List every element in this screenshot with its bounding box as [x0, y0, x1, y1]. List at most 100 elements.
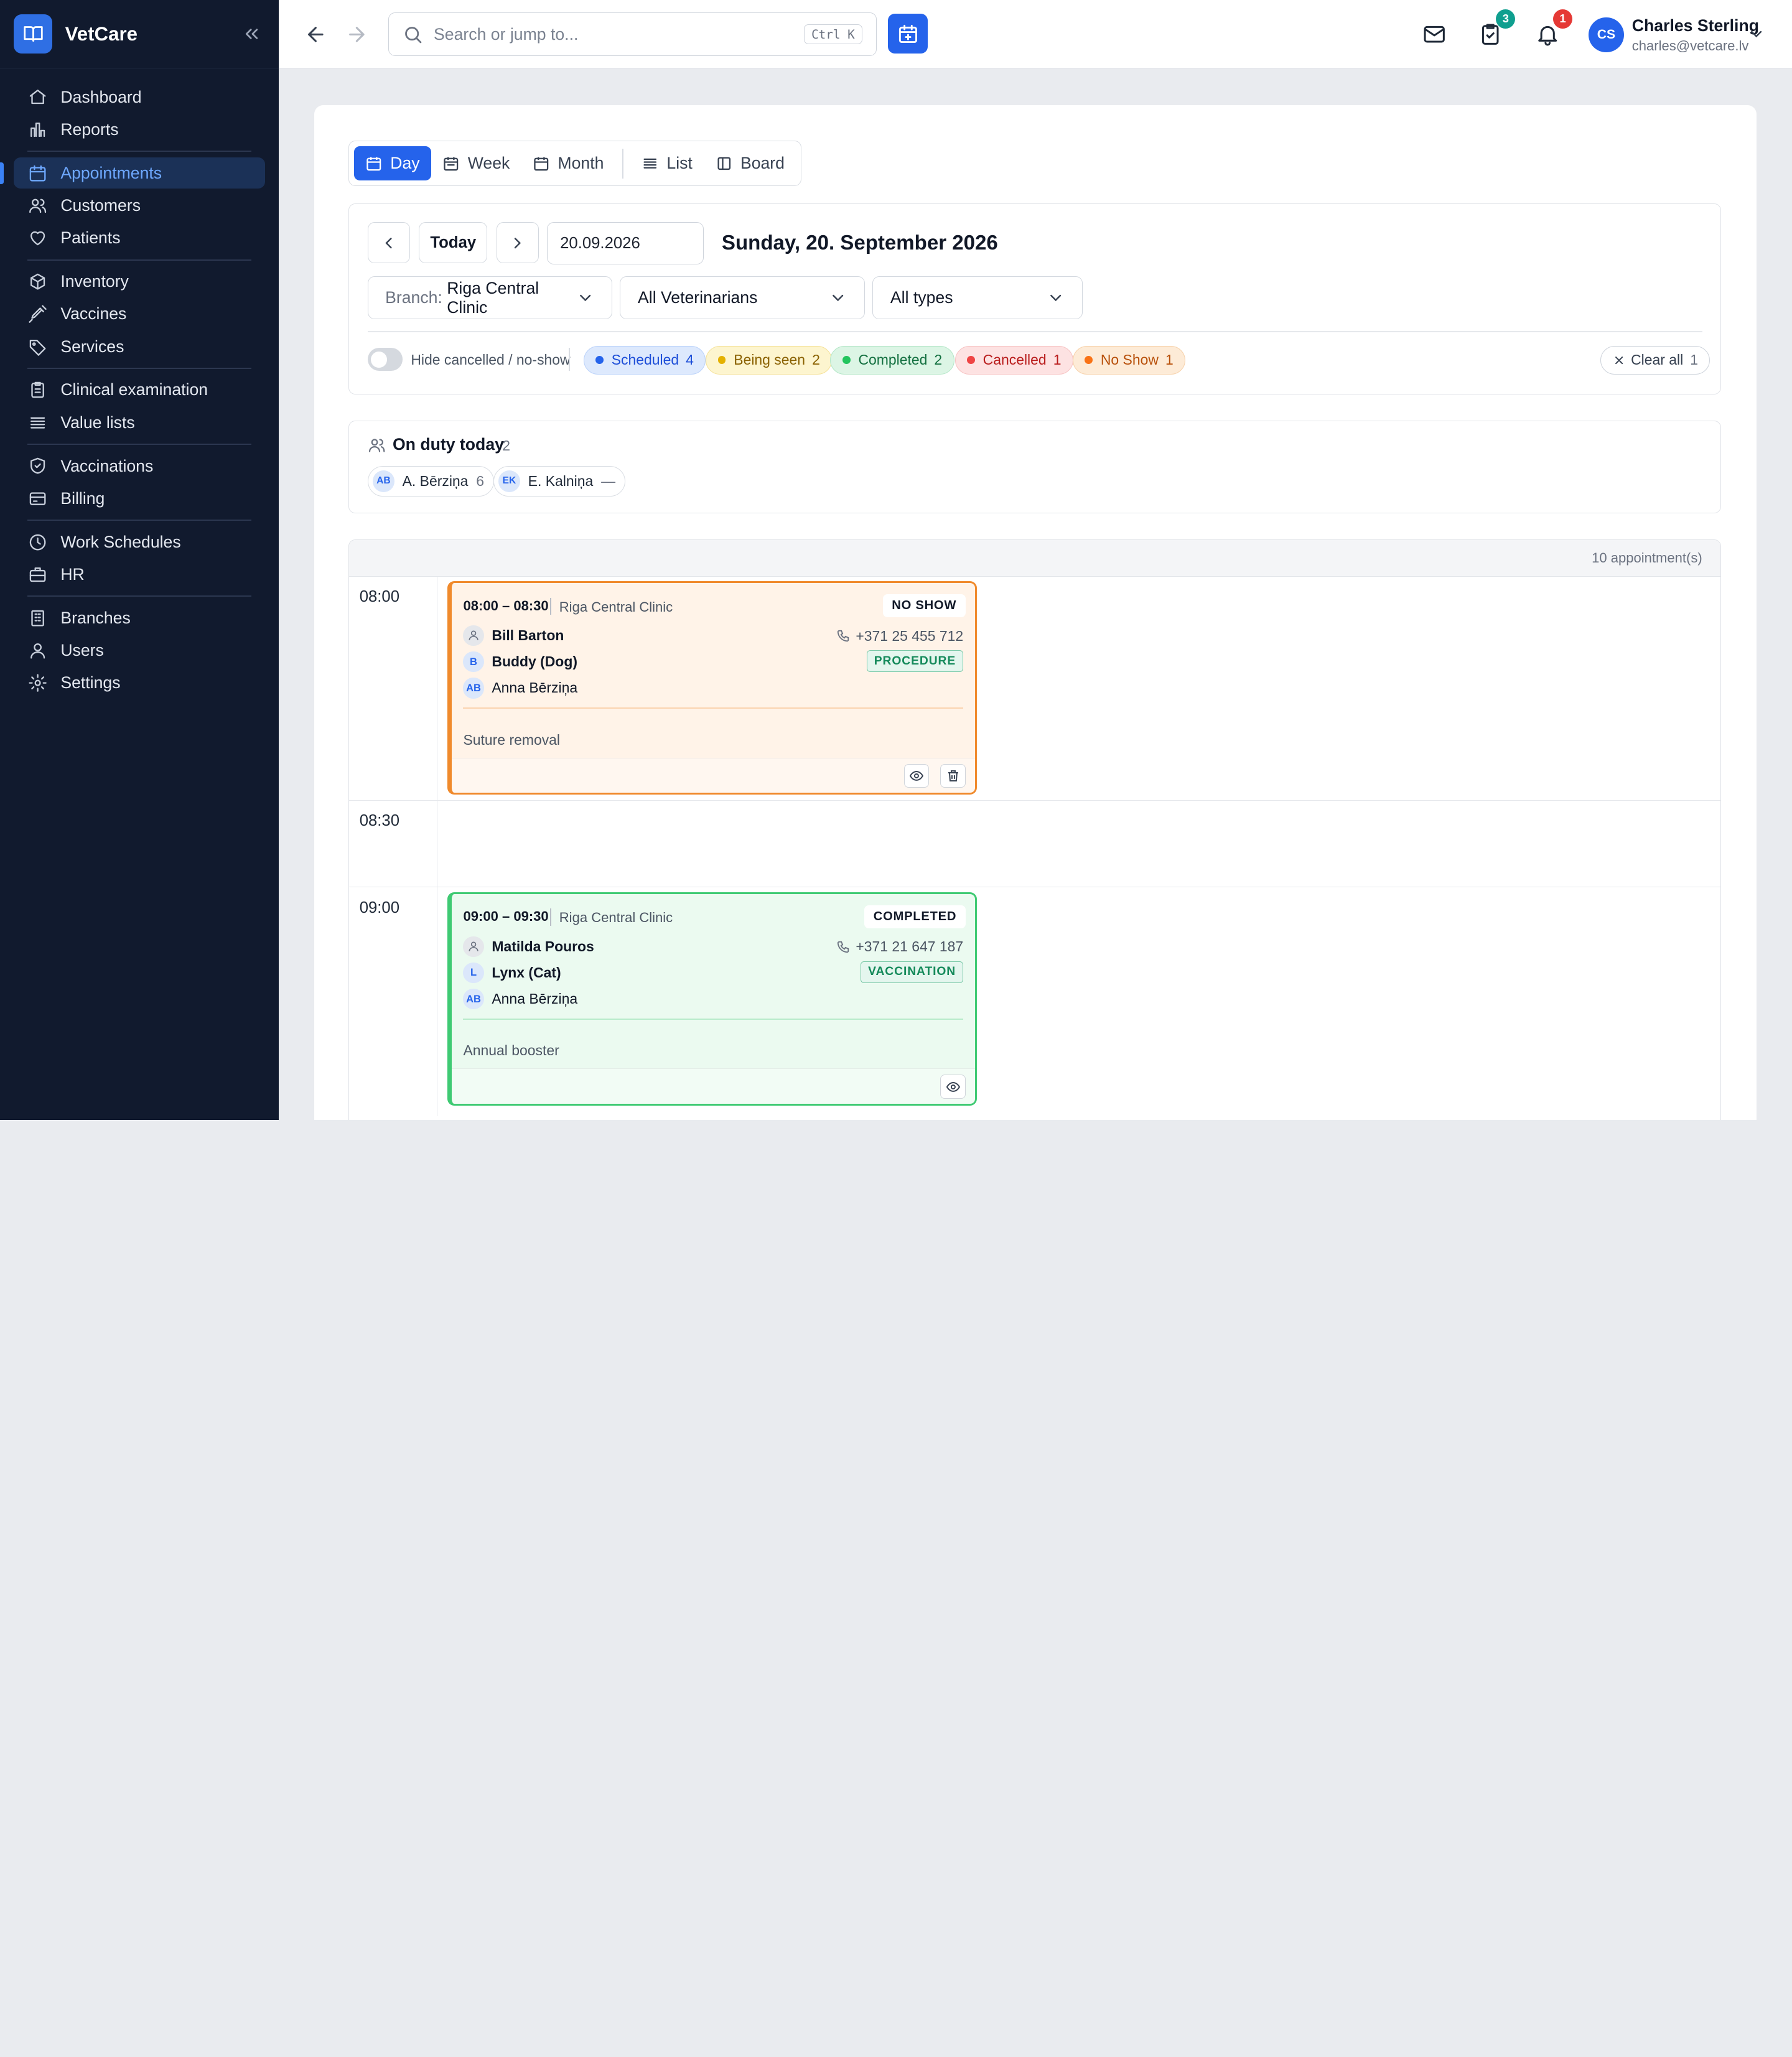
brand-name[interactable]: VetCare — [65, 23, 138, 45]
sidebar-item-users[interactable]: Users — [14, 635, 265, 666]
sidebar-item-branches[interactable]: Branches — [14, 602, 265, 633]
veterinarian-select[interactable]: All Veterinarians — [620, 276, 865, 320]
pet-name[interactable]: Buddy (Dog) — [492, 653, 577, 670]
sidebar-item-dashboard[interactable]: Dashboard — [14, 82, 265, 113]
forward-arrow-icon[interactable] — [343, 21, 370, 48]
status-dot — [595, 356, 604, 365]
sidebar-item-clinical-examination[interactable]: Clinical examination — [14, 375, 265, 406]
sidebar-item-settings[interactable]: Settings — [14, 668, 265, 699]
view-board-button[interactable]: Board — [704, 146, 796, 180]
client-name[interactable]: Bill Barton — [492, 627, 564, 644]
avatar: EK — [498, 470, 520, 492]
search-icon — [403, 24, 423, 45]
user-icon — [463, 625, 484, 646]
book-logo-icon[interactable] — [14, 14, 53, 54]
hide-cancelled-toggle[interactable] — [367, 348, 403, 371]
branch-prefix: Branch: — [385, 288, 442, 307]
sidebar-item-inventory[interactable]: Inventory — [14, 266, 265, 297]
pet-avatar: L — [463, 962, 484, 983]
branch-select[interactable]: Branch: Riga Central Clinic — [367, 276, 612, 320]
appointment-branch: Riga Central Clinic — [559, 910, 673, 926]
time-slot[interactable]: 09:00 09:00 – 09:30 Riga Central Clinic CO… — [349, 887, 1720, 1116]
building-icon — [27, 608, 48, 628]
sidebar-item-reports[interactable]: Reports — [14, 114, 265, 146]
sidebar-item-label: Patients — [60, 228, 121, 248]
view-month-button[interactable]: Month — [521, 146, 615, 180]
clear-all-button[interactable]: Clear all 1 — [1600, 345, 1710, 375]
view-button[interactable] — [903, 763, 930, 788]
time-slot[interactable]: 08:00 08:00 – 08:30 Riga Central Clinic NO… — [349, 576, 1721, 801]
mail-icon[interactable] — [1419, 19, 1449, 49]
nav-divider — [27, 259, 252, 261]
appointment-count: 10 appointment(s) — [1592, 549, 1702, 566]
time-slot[interactable]: 08:30 — [349, 800, 1721, 888]
vet-name: Anna Bērziņa — [492, 991, 578, 1007]
person-count: 6 — [476, 472, 485, 489]
heart-icon — [27, 228, 48, 248]
type-select[interactable]: All types — [872, 276, 1083, 320]
view-list-button[interactable]: List — [630, 146, 704, 180]
tasks-icon[interactable]: 3 — [1475, 9, 1516, 49]
type-value: All types — [890, 288, 953, 307]
sidebar-item-appointments[interactable]: Appointments — [0, 157, 266, 189]
sidebar-item-customers[interactable]: Customers — [14, 190, 265, 222]
sidebar-item-work-schedules[interactable]: Work Schedules — [14, 526, 265, 557]
status-chip-being-seen[interactable]: Being seen 2 — [706, 345, 833, 375]
appointment-card[interactable]: 08:00 – 08:30 Riga Central Clinic NO SHOW B… — [447, 581, 977, 795]
sidebar-item-label: HR — [60, 564, 85, 584]
shortcut-hint: Ctrl K — [804, 24, 862, 45]
sidebar-item-label: Billing — [60, 488, 105, 508]
sidebar-item-value-lists[interactable]: Value lists — [14, 408, 265, 439]
appointment-card[interactable]: 09:00 – 09:30 Riga Central Clinic COMPLETE… — [447, 892, 977, 1106]
sidebar-item-vaccinations[interactable]: Vaccinations — [14, 450, 265, 482]
sidebar-item-hr[interactable]: HR — [14, 559, 265, 590]
list-icon — [27, 413, 48, 433]
home-icon — [27, 87, 48, 108]
client-phone[interactable]: +371 21 647 187 — [836, 938, 963, 955]
new-appointment-button[interactable] — [888, 14, 928, 54]
sidebar-item-patients[interactable]: Patients — [14, 223, 265, 254]
view-button[interactable] — [940, 1075, 966, 1099]
pet-name[interactable]: Lynx (Cat) — [492, 964, 561, 981]
app-root: VetCare Dashboard Reports Appointments Cust… — [0, 0, 1792, 1120]
chevron-down-icon[interactable] — [1747, 25, 1765, 48]
client-name[interactable]: Matilda Pouros — [492, 938, 594, 955]
tag-icon — [27, 337, 48, 357]
sidebar-item-label: Reports — [60, 119, 119, 139]
on-duty-person[interactable]: AB A. Bērziņa 6 — [367, 465, 494, 497]
search-input[interactable]: Search or jump to... Ctrl K — [388, 12, 877, 56]
date-input[interactable]: 20.09.2026 — [546, 222, 704, 265]
sidebar-item-label: Services — [60, 337, 124, 356]
vet-avatar: AB — [463, 989, 484, 1010]
view-divider — [622, 148, 623, 179]
sidebar: VetCare Dashboard Reports Appointments Cust… — [0, 0, 279, 1120]
appointments-card: Day Week Month List Board Today 20.09.20… — [314, 105, 1757, 1120]
close-icon — [1615, 356, 1623, 364]
sidebar-item-label: Customers — [60, 195, 141, 215]
view-week-button[interactable]: Week — [431, 146, 521, 180]
sidebar-item-billing[interactable]: Billing — [14, 483, 265, 515]
user-name[interactable]: Charles Sterling — [1632, 16, 1759, 35]
delete-button[interactable] — [940, 763, 966, 788]
today-button[interactable]: Today — [419, 222, 488, 264]
status-chip-no-show[interactable]: No Show 1 — [1072, 345, 1186, 375]
back-arrow-icon[interactable] — [302, 21, 329, 48]
nav-divider — [27, 368, 252, 370]
collapse-sidebar-icon[interactable] — [238, 21, 265, 48]
divider — [550, 908, 551, 926]
bell-icon[interactable]: 1 — [1533, 9, 1573, 49]
prev-day-button[interactable] — [367, 222, 410, 264]
view-board-label: Board — [740, 154, 785, 173]
sidebar-item-vaccines[interactable]: Vaccines — [14, 299, 265, 330]
client-phone[interactable]: +371 25 455 712 — [836, 628, 963, 645]
on-duty-person[interactable]: EK E. Kalniņa — — [493, 465, 625, 497]
sidebar-item-label: Inventory — [60, 272, 129, 291]
view-day-button[interactable]: Day — [353, 146, 431, 181]
status-chip-cancelled[interactable]: Cancelled 1 — [954, 345, 1073, 375]
next-day-button[interactable] — [497, 222, 539, 264]
status-chip-completed[interactable]: Completed 2 — [830, 345, 954, 375]
user-avatar[interactable]: CS — [1588, 17, 1624, 53]
list-icon — [642, 155, 659, 172]
sidebar-item-services[interactable]: Services — [14, 331, 265, 362]
status-chip-scheduled[interactable]: Scheduled 4 — [583, 345, 706, 375]
